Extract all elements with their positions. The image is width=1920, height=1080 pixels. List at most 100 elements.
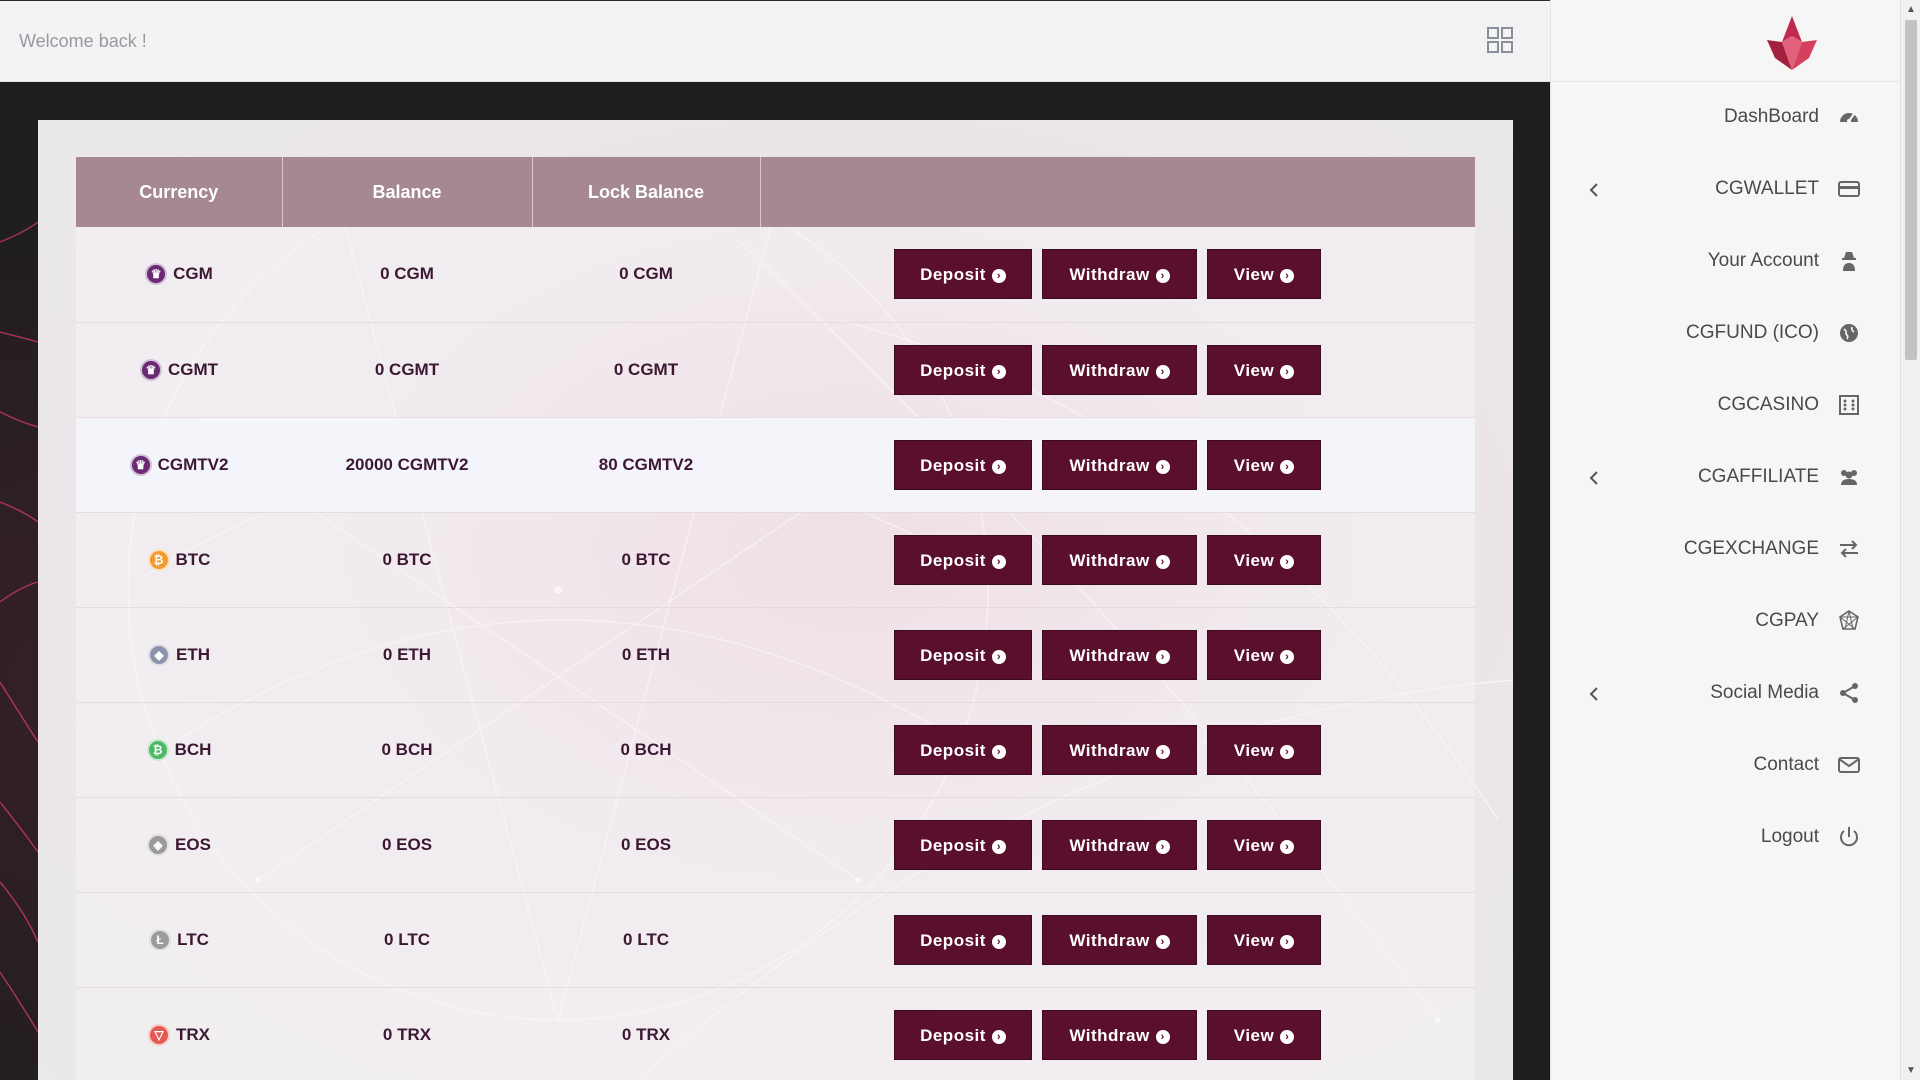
- currency-cell: Ł LTC: [76, 892, 282, 988]
- deposit-label: Deposit: [920, 740, 986, 760]
- sidebar-item-cgaffiliate[interactable]: CGAFFILIATE: [1551, 442, 1900, 514]
- deposit-button[interactable]: Deposit ›: [894, 439, 1032, 490]
- wallet-panel: Currency Balance Lock Balance ♛ CGM 0 CGM 0…: [38, 120, 1513, 1080]
- balance-cell: 0 ETH: [282, 607, 532, 703]
- view-label: View: [1233, 550, 1275, 570]
- arrow-circle-right-icon: ›: [1155, 839, 1170, 854]
- scroll-down-arrow-icon[interactable]: ▼: [1906, 1065, 1916, 1076]
- balance-cell: 0 BTC: [282, 512, 532, 608]
- deposit-button[interactable]: Deposit ›: [894, 344, 1032, 395]
- actions-cell: Deposit › Withdraw › View ›: [760, 987, 1475, 1080]
- withdraw-label: Withdraw: [1069, 930, 1150, 950]
- currency-name: TRX: [176, 1024, 210, 1044]
- sidebar-item-cgexchange[interactable]: CGEXCHANGE: [1551, 514, 1900, 586]
- view-button[interactable]: View ›: [1207, 1009, 1321, 1060]
- deposit-button[interactable]: Deposit ›: [894, 1009, 1032, 1060]
- view-button[interactable]: View ›: [1207, 439, 1321, 490]
- withdraw-button[interactable]: Withdraw ›: [1042, 439, 1197, 490]
- withdraw-button[interactable]: Withdraw ›: [1042, 724, 1197, 775]
- view-label: View: [1233, 930, 1275, 950]
- arrow-circle-right-icon: ›: [991, 554, 1006, 569]
- view-button[interactable]: View ›: [1207, 629, 1321, 680]
- view-label: View: [1233, 265, 1275, 285]
- sidebar-item-label: CGCASINO: [1717, 394, 1819, 415]
- withdraw-button[interactable]: Withdraw ›: [1042, 344, 1197, 395]
- arrow-circle-right-icon: ›: [991, 744, 1006, 759]
- arrow-circle-right-icon: ›: [1280, 459, 1295, 474]
- deposit-button[interactable]: Deposit ›: [894, 914, 1032, 965]
- actions-cell: Deposit › Withdraw › View ›: [760, 892, 1475, 988]
- deposit-button[interactable]: Deposit ›: [894, 724, 1032, 775]
- balance-cell: 0 LTC: [282, 892, 532, 988]
- arrow-circle-right-icon: ›: [1155, 364, 1170, 379]
- actions-cell: Deposit › Withdraw › View ›: [760, 607, 1475, 703]
- withdraw-button[interactable]: Withdraw ›: [1042, 534, 1197, 585]
- deposit-label: Deposit: [920, 1025, 986, 1045]
- withdraw-button[interactable]: Withdraw ›: [1042, 914, 1197, 965]
- scroll-thumb[interactable]: [1905, 20, 1917, 360]
- deposit-label: Deposit: [920, 360, 986, 380]
- welcome-message: Welcome back !: [19, 31, 147, 51]
- view-button[interactable]: View ›: [1207, 914, 1321, 965]
- exchange-icon: [1837, 537, 1861, 561]
- sidebar-item-social-media[interactable]: Social Media: [1551, 658, 1900, 730]
- chevron-left-icon[interactable]: [1587, 180, 1601, 200]
- sidebar-item-cgcasino[interactable]: CGCASINO: [1551, 370, 1900, 442]
- table-row: ♛ CGMTV2 20000 CGMTV2 80 CGMTV2 Deposit › With…: [76, 417, 1475, 513]
- view-label: View: [1233, 645, 1275, 665]
- withdraw-button[interactable]: Withdraw ›: [1042, 819, 1197, 870]
- chevron-left-icon[interactable]: [1587, 684, 1601, 704]
- arrow-circle-right-icon: ›: [991, 459, 1006, 474]
- sidebar-item-label: Social Media: [1710, 682, 1819, 703]
- deposit-button[interactable]: Deposit ›: [894, 534, 1032, 585]
- currency-name: BTC: [175, 549, 211, 569]
- crown-logo-icon[interactable]: [1761, 12, 1823, 74]
- vertical-scrollbar[interactable]: ▲ ▼: [1900, 0, 1920, 1080]
- sidebar-item-your-account[interactable]: Your Account: [1551, 226, 1900, 298]
- table-row: ◈ EOS 0 EOS 0 EOS Deposit › Withdraw › View ›: [76, 797, 1475, 893]
- currency-cell: ₿ BTC: [76, 512, 282, 608]
- deposit-button[interactable]: Deposit ›: [894, 249, 1032, 300]
- sidebar-item-contact[interactable]: Contact: [1551, 730, 1900, 802]
- header-currency: Currency: [76, 157, 283, 227]
- deposit-button[interactable]: Deposit ›: [894, 629, 1032, 680]
- sidebar-item-cgpay[interactable]: CGPAY: [1551, 586, 1900, 658]
- view-button[interactable]: View ›: [1207, 249, 1321, 300]
- arrow-circle-right-icon: ›: [1280, 554, 1295, 569]
- sidebar-logo-area: [1551, 0, 1900, 82]
- sidebar-item-cgwallet[interactable]: CGWALLET: [1551, 154, 1900, 226]
- arrow-circle-right-icon: ›: [991, 649, 1006, 664]
- lock-balance-cell: 0 BTC: [532, 512, 760, 608]
- user-secret-icon: [1837, 249, 1861, 273]
- view-button[interactable]: View ›: [1207, 344, 1321, 395]
- deposit-button[interactable]: Deposit ›: [894, 819, 1032, 870]
- withdraw-button[interactable]: Withdraw ›: [1042, 1009, 1197, 1060]
- sidebar-item-label: Contact: [1753, 754, 1819, 775]
- withdraw-button[interactable]: Withdraw ›: [1042, 629, 1197, 680]
- actions-cell: Deposit › Withdraw › View ›: [760, 797, 1475, 893]
- grid-icon[interactable]: [1487, 27, 1513, 53]
- view-button[interactable]: View ›: [1207, 724, 1321, 775]
- chevron-left-icon[interactable]: [1587, 468, 1601, 488]
- coin-icon: ▽: [148, 1023, 170, 1046]
- withdraw-button[interactable]: Withdraw ›: [1042, 249, 1197, 300]
- sidebar-item-dashboard[interactable]: DashBoard: [1551, 82, 1900, 154]
- view-button[interactable]: View ›: [1207, 534, 1321, 585]
- scroll-up-arrow-icon[interactable]: ▲: [1906, 4, 1916, 15]
- gem-icon: [1837, 609, 1861, 633]
- actions-cell: Deposit › Withdraw › View ›: [760, 702, 1475, 798]
- view-button[interactable]: View ›: [1207, 819, 1321, 870]
- envelope-icon: [1837, 753, 1861, 777]
- arrow-circle-right-icon: ›: [1280, 1029, 1295, 1044]
- arrow-circle-right-icon: ›: [1155, 744, 1170, 759]
- sidebar-item-cgfund-ico[interactable]: CGFUND (ICO): [1551, 298, 1900, 370]
- actions-cell: Deposit › Withdraw › View ›: [760, 512, 1475, 608]
- withdraw-label: Withdraw: [1069, 455, 1150, 475]
- lock-balance-cell: 0 BCH: [532, 702, 760, 798]
- currency-cell: ◈ EOS: [76, 797, 282, 893]
- users-icon: [1837, 465, 1861, 489]
- sidebar-item-label: CGWALLET: [1715, 178, 1819, 199]
- sidebar-item-logout[interactable]: Logout: [1551, 802, 1900, 874]
- arrow-circle-right-icon: ›: [1155, 269, 1170, 284]
- lock-balance-cell: 0 ETH: [532, 607, 760, 703]
